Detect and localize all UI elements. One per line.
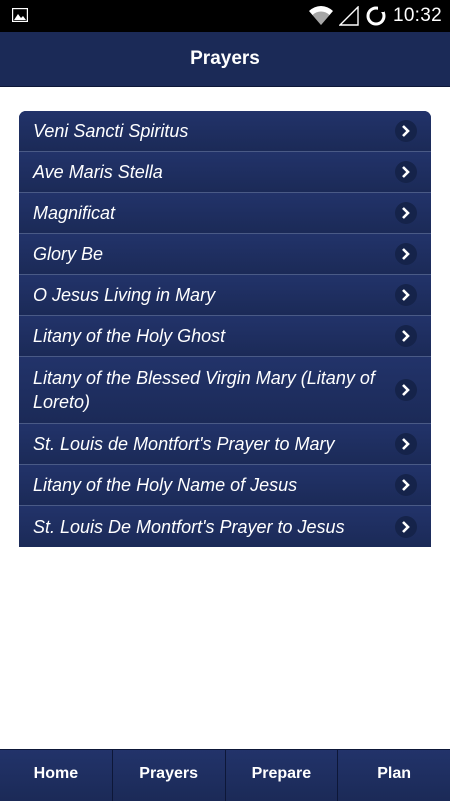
wifi-icon: [308, 6, 333, 26]
sync-icon: [366, 6, 386, 26]
list-item[interactable]: Magnificat: [19, 193, 431, 234]
chevron-right-icon: [395, 379, 417, 401]
image-notification-icon: [12, 8, 28, 22]
list-item[interactable]: O Jesus Living in Mary: [19, 275, 431, 316]
chevron-right-icon: [395, 433, 417, 455]
nav-prayers-button[interactable]: Prayers: [112, 750, 226, 801]
list-item-label: St. Louis de Montfort's Prayer to Mary: [33, 434, 335, 454]
signal-icon: [338, 6, 359, 26]
nav-home-button[interactable]: Home: [0, 750, 113, 801]
nav-prepare-button[interactable]: Prepare: [225, 750, 339, 801]
chevron-right-icon: [395, 161, 417, 183]
list-item[interactable]: St. Louis De Montfort's Prayer to Jesus: [19, 506, 431, 547]
list-item[interactable]: Ave Maris Stella: [19, 152, 431, 193]
list-item[interactable]: St. Louis de Montfort's Prayer to Mary: [19, 424, 431, 465]
chevron-right-icon: [395, 243, 417, 265]
list-item-label: O Jesus Living in Mary: [33, 285, 216, 305]
chevron-right-icon: [395, 284, 417, 306]
chevron-right-icon: [395, 515, 417, 538]
list-item[interactable]: Glory Be: [19, 234, 431, 275]
nav-plan-button[interactable]: Plan: [338, 750, 450, 801]
list-item-label: Ave Maris Stella: [33, 162, 163, 182]
list-item-label: Glory Be: [33, 244, 104, 264]
status-icons: 10:32: [308, 0, 442, 32]
list-item-label: St. Louis De Montfort's Prayer to Jesus: [33, 516, 345, 537]
list-item[interactable]: Litany of the Holy Name of Jesus: [19, 465, 431, 506]
list-item[interactable]: Litany of the Blessed Virgin Mary (Litan…: [19, 357, 431, 424]
chevron-right-icon: [395, 202, 417, 224]
page-title: Prayers: [190, 48, 260, 69]
list-item[interactable]: Veni Sancti Spiritus: [19, 111, 431, 152]
bottom-nav: Home Prayers Prepare Plan: [0, 749, 450, 801]
status-time: 10:32: [392, 5, 442, 26]
list-item-label: Veni Sancti Spiritus: [33, 121, 189, 141]
chevron-right-icon: [395, 120, 417, 142]
list-item-label: Litany of the Holy Ghost: [33, 326, 226, 346]
prayer-list: Veni Sancti Spiritus Ave Maris Stella Ma…: [19, 111, 431, 547]
status-bar: 10:32: [0, 0, 450, 32]
list-item-label: Magnificat: [33, 203, 116, 223]
list-item[interactable]: Litany of the Holy Ghost: [19, 316, 431, 357]
list-item-label: Litany of the Holy Name of Jesus: [33, 475, 298, 495]
chevron-right-icon: [395, 474, 417, 496]
app-header: Prayers: [0, 32, 450, 87]
list-item-label: Litany of the Blessed Virgin Mary (Litan…: [33, 368, 375, 412]
chevron-right-icon: [395, 325, 417, 347]
